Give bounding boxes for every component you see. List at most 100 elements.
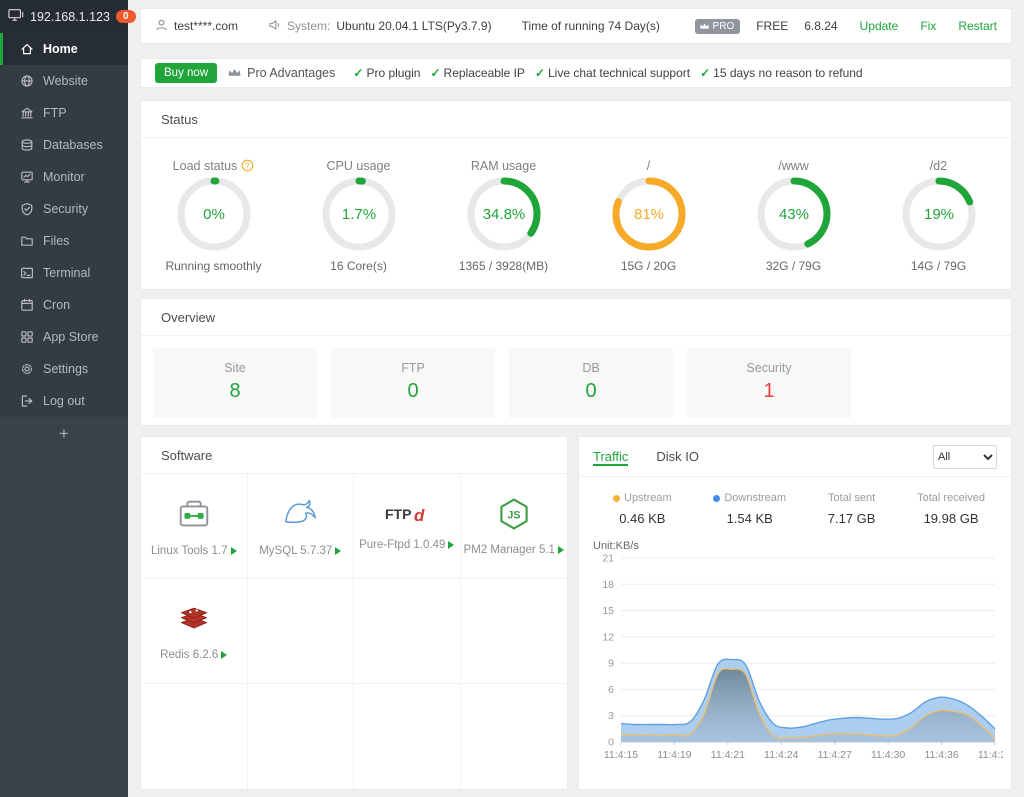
- sidebar-item-app-store[interactable]: App Store: [0, 321, 128, 353]
- app-pm2-manager-5.1[interactable]: JSPM2 Manager 5.1: [461, 474, 568, 579]
- sidebar-item-monitor[interactable]: Monitor: [0, 161, 128, 193]
- linux-tools-icon: [175, 495, 213, 536]
- user-icon: [155, 18, 168, 35]
- gauge-ram-usage: RAM usage34.8%1365 / 3928(MB): [431, 156, 576, 273]
- gauge-caption: 16 Core(s): [286, 259, 431, 273]
- svg-text:18: 18: [602, 579, 614, 591]
- gauge-ring: 0%: [176, 176, 252, 252]
- server-info[interactable]: 192.168.1.123 0: [0, 0, 128, 33]
- gauge-value: 0%: [203, 206, 225, 223]
- website-icon: [20, 74, 34, 88]
- check-icon: ✓: [430, 66, 440, 80]
- gauge-ring: 1.7%: [321, 176, 397, 252]
- tab-disk-io[interactable]: Disk IO: [656, 449, 699, 466]
- legend-dot-icon: [613, 495, 620, 502]
- svg-text:11:4:30: 11:4:30: [871, 749, 905, 761]
- gauge-value: 34.8%: [482, 206, 525, 223]
- traffic-filter-select[interactable]: All: [933, 445, 997, 469]
- stat-label: Total received: [917, 492, 985, 504]
- app-cell-empty: [248, 579, 355, 684]
- buy-now-button[interactable]: Buy now: [155, 63, 217, 83]
- software-section: Software Linux Tools 1.7MySQL 5.7.37FTPd…: [140, 436, 568, 790]
- gauge-value: 1.7%: [341, 206, 375, 223]
- restart-link[interactable]: Restart: [958, 19, 997, 33]
- svg-text:11:4:36: 11:4:36: [924, 749, 958, 761]
- app-cell-empty: [248, 684, 355, 789]
- app-mysql-5.7.37[interactable]: MySQL 5.7.37: [248, 474, 355, 579]
- software-title: Software: [141, 437, 567, 474]
- overview-site-box[interactable]: Site 8: [153, 348, 317, 418]
- license-type: FREE: [756, 19, 788, 33]
- gauge-caption: Running smoothly: [141, 259, 286, 273]
- ftp-icon: [20, 106, 34, 120]
- app-cell-empty: [354, 579, 461, 684]
- svg-text:21: 21: [602, 553, 614, 565]
- gauge-value: 81%: [633, 206, 663, 223]
- stat-total-sent: Total sent7.17 GB: [828, 492, 876, 526]
- sidebar-item-website[interactable]: Website: [0, 65, 128, 97]
- app-redis-6.2.6[interactable]: Redis 6.2.6: [141, 579, 248, 684]
- gauge-label: /d2: [930, 159, 947, 173]
- pro-badge[interactable]: PRO: [695, 19, 741, 34]
- pure-ftpd-icon: FTPd: [384, 501, 430, 530]
- update-link[interactable]: Update: [860, 19, 899, 33]
- overview-label: Site: [153, 361, 317, 375]
- overview-db-box[interactable]: DB0: [509, 348, 673, 418]
- play-icon[interactable]: [221, 651, 227, 659]
- message-badge[interactable]: 0: [116, 10, 136, 23]
- add-shortcut-button[interactable]: +: [0, 417, 128, 451]
- terminal-icon: [20, 266, 34, 280]
- stat-value: 0.46 KB: [613, 511, 672, 526]
- gauge-load-status: Load status?0%Running smoothly: [141, 156, 286, 273]
- gauge-ring: 43%: [756, 176, 832, 252]
- play-icon[interactable]: [231, 547, 237, 555]
- monitor-icon: [20, 170, 34, 184]
- system-label: System:: [287, 19, 330, 33]
- traffic-tabs: Traffic Disk IO All: [579, 437, 1011, 477]
- fix-link[interactable]: Fix: [920, 19, 936, 33]
- sidebar-item-security[interactable]: Security: [0, 193, 128, 225]
- svg-text:JS: JS: [507, 510, 520, 522]
- sidebar-item-label: Files: [43, 234, 69, 248]
- app-pure-ftpd-1.0.49[interactable]: FTPd Pure-Ftpd 1.0.49: [354, 474, 461, 579]
- uptime: Time of running 74 Day(s): [522, 19, 660, 33]
- mysql-icon: [281, 495, 319, 536]
- promo-feature: ✓15 days no reason to refund: [700, 66, 863, 80]
- promo-bar: Buy now Pro Advantages ✓Pro plugin✓Repla…: [140, 58, 1012, 88]
- help-icon[interactable]: ?: [241, 159, 254, 172]
- home-icon: [20, 42, 34, 56]
- overview-ftp-box[interactable]: FTP0: [331, 348, 495, 418]
- play-icon[interactable]: [558, 546, 564, 554]
- username[interactable]: test****.com: [174, 19, 238, 33]
- overview-security-box[interactable]: Security1: [687, 348, 851, 418]
- stat-value: 1.54 KB: [713, 511, 786, 526]
- app-cell-empty: [354, 684, 461, 789]
- sidebar-item-settings[interactable]: Settings: [0, 353, 128, 385]
- system-value: Ubuntu 20.04.1 LTS(Py3.7.9): [336, 19, 491, 33]
- sidebar-item-cron[interactable]: Cron: [0, 289, 128, 321]
- svg-text:15: 15: [602, 605, 614, 617]
- sidebar-item-log-out[interactable]: Log out: [0, 385, 128, 417]
- legend-dot-icon: [713, 495, 720, 502]
- sidebar-item-home[interactable]: Home: [0, 33, 128, 65]
- app-linux-tools-1.7[interactable]: Linux Tools 1.7: [141, 474, 248, 579]
- redis-icon: [176, 601, 212, 640]
- stat-label: Upstream: [624, 492, 672, 504]
- sidebar-item-label: Security: [43, 202, 88, 216]
- gauge-caption: 1365 / 3928(MB): [431, 259, 576, 273]
- play-icon[interactable]: [448, 541, 454, 549]
- sidebar-item-ftp[interactable]: FTP: [0, 97, 128, 129]
- promo-features: ✓Pro plugin✓Replaceable IP✓Live chat tec…: [353, 66, 872, 80]
- overview-title: Overview: [141, 299, 1011, 336]
- overview-value: 8: [153, 380, 317, 403]
- tab-traffic[interactable]: Traffic: [593, 449, 628, 466]
- app-name: Pure-Ftpd 1.0.49: [359, 539, 445, 551]
- sidebar-item-files[interactable]: Files: [0, 225, 128, 257]
- play-icon[interactable]: [335, 547, 341, 555]
- sidebar-item-databases[interactable]: Databases: [0, 129, 128, 161]
- gauge--: /81%15G / 20G: [576, 156, 721, 273]
- overview-label: FTP: [331, 361, 495, 375]
- sidebar-item-terminal[interactable]: Terminal: [0, 257, 128, 289]
- app-name: Redis 6.2.6: [160, 649, 218, 661]
- chart-unit-label: Unit:KB/s: [579, 540, 1011, 552]
